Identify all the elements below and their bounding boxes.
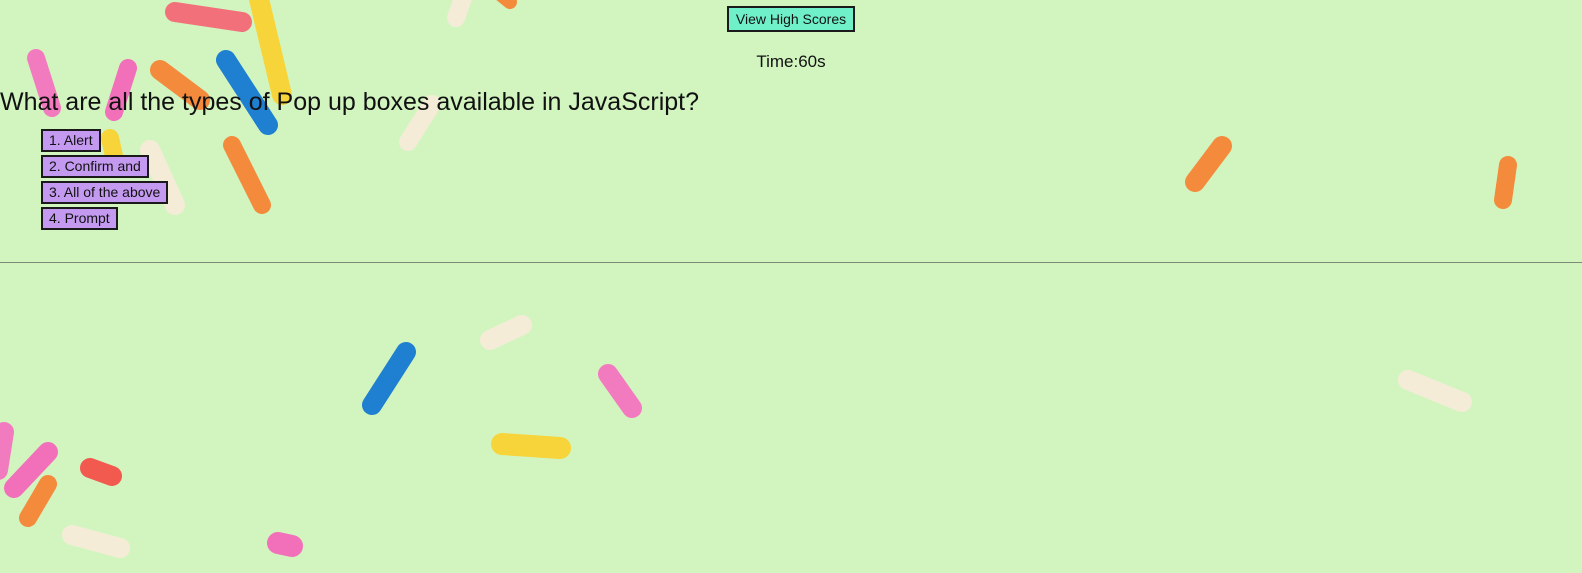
quiz-page: View High Scores Time:60s What are all t… <box>0 0 1582 573</box>
answer-item: 2. Confirm and <box>41 155 1582 178</box>
answer-item: 3. All of the above <box>41 181 1582 204</box>
answer-button-3[interactable]: 3. All of the above <box>41 181 169 204</box>
answer-list: 1. Alert 2. Confirm and 3. All of the ab… <box>41 129 1582 230</box>
view-high-scores-button[interactable]: View High Scores <box>726 6 856 32</box>
answer-item: 1. Alert <box>41 129 1582 152</box>
divider <box>0 262 1582 263</box>
answer-item: 4. Prompt <box>41 207 1582 230</box>
answer-button-2[interactable]: 2. Confirm and <box>41 155 149 178</box>
answer-button-4[interactable]: 4. Prompt <box>41 207 118 230</box>
header: View High Scores <box>0 0 1582 32</box>
timer-display: Time:60s <box>756 52 826 71</box>
question-text: What are all the types of Pop up boxes a… <box>0 88 700 116</box>
answer-button-1[interactable]: 1. Alert <box>41 129 101 152</box>
